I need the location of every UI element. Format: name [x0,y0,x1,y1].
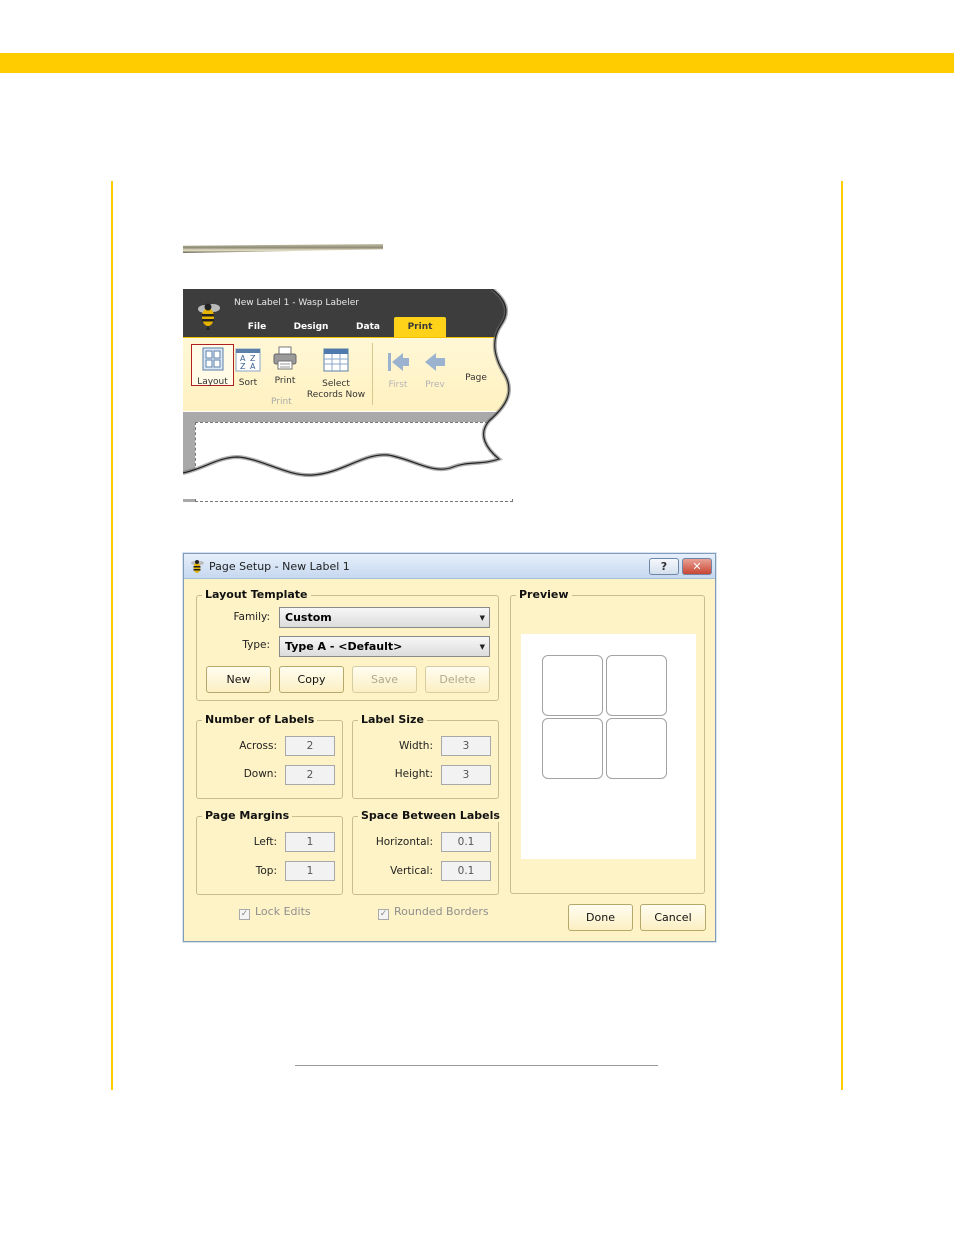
done-button[interactable]: Done [568,904,633,931]
delete-template-button[interactable]: Delete [425,666,490,693]
checkbox-check-icon: ✓ [378,909,389,920]
torn-screenshot-strip [183,244,383,253]
down-input[interactable]: 2 [285,765,335,785]
rounded-borders-label: Rounded Borders [394,905,489,918]
rounded-borders-checkbox[interactable]: ✓ Rounded Borders [378,905,489,920]
preview-legend: Preview [516,588,572,601]
preview-label-cell [606,655,667,716]
left-margin-input[interactable]: 1 [285,832,335,852]
horizontal-spacing-label: Horizontal: [375,836,433,848]
close-button[interactable]: ✕ [682,558,712,575]
save-template-button[interactable]: Save [352,666,417,693]
horizontal-spacing-input[interactable]: 0.1 [441,832,491,852]
number-of-labels-legend: Number of Labels [202,713,318,726]
preview-label-cell [606,718,667,779]
down-label: Down: [243,768,277,780]
lock-edits-label: Lock Edits [255,905,311,918]
top-margin-label: Top: [255,865,277,877]
cancel-button[interactable]: Cancel [640,904,706,931]
footer-rule [295,1065,658,1066]
width-input[interactable]: 3 [441,736,491,756]
family-label: Family: [233,611,270,623]
type-label: Type: [242,639,270,651]
top-accent-bar [0,53,954,73]
preview-label-cell [542,655,603,716]
height-input[interactable]: 3 [441,765,491,785]
page-setup-dialog: Page Setup - New Label 1 ? ✕ Layout Temp… [183,553,716,942]
across-label: Across: [239,740,277,752]
preview-page [521,634,696,859]
page-margins-legend: Page Margins [202,809,293,822]
preview-label-cell [542,718,603,779]
new-template-button[interactable]: New [206,666,271,693]
label-size-legend: Label Size [358,713,427,726]
height-label: Height: [394,768,433,780]
dropdown-arrow-icon: ▼ [479,643,485,651]
help-button[interactable]: ? [649,558,679,575]
family-select-value: Custom [285,611,332,624]
across-input[interactable]: 2 [285,736,335,756]
type-select-value: Type A - <Default> [285,640,403,653]
vertical-spacing-label: Vertical: [390,865,433,877]
dialog-titlebar: Page Setup - New Label 1 ? ✕ [184,554,715,579]
right-accent-rule [841,181,843,1090]
type-select[interactable]: Type A - <Default> ▼ [279,636,490,657]
ribbon-screenshot: New Label 1 - Wasp Labeler File Design D… [183,289,523,502]
dropdown-arrow-icon: ▼ [479,614,485,622]
space-between-labels-group: Space Between Labels Horizontal: 0.1 Ver… [352,809,503,895]
page-margins-group: Page Margins Left: 1 Top: 1 [196,809,343,895]
width-label: Width: [398,740,433,752]
left-accent-rule [111,181,113,1090]
vertical-spacing-input[interactable]: 0.1 [441,861,491,881]
preview-group: Preview [510,588,705,894]
wasp-app-icon [191,560,204,573]
lock-edits-checkbox[interactable]: ✓ Lock Edits [239,905,311,920]
left-margin-label: Left: [253,836,277,848]
number-of-labels-group: Number of Labels Across: 2 Down: 2 [196,713,343,799]
copy-template-button[interactable]: Copy [279,666,344,693]
dialog-title: Page Setup - New Label 1 [209,560,350,573]
layout-template-legend: Layout Template [202,588,311,601]
layout-template-group: Layout Template Family: Custom ▼ Type: T… [196,588,499,701]
top-margin-input[interactable]: 1 [285,861,335,881]
checkbox-check-icon: ✓ [239,909,250,920]
family-select[interactable]: Custom ▼ [279,607,490,628]
label-size-group: Label Size Width: 3 Height: 3 [352,713,499,799]
space-between-labels-legend: Space Between Labels [358,809,503,822]
torn-edge-overlay [183,289,523,499]
